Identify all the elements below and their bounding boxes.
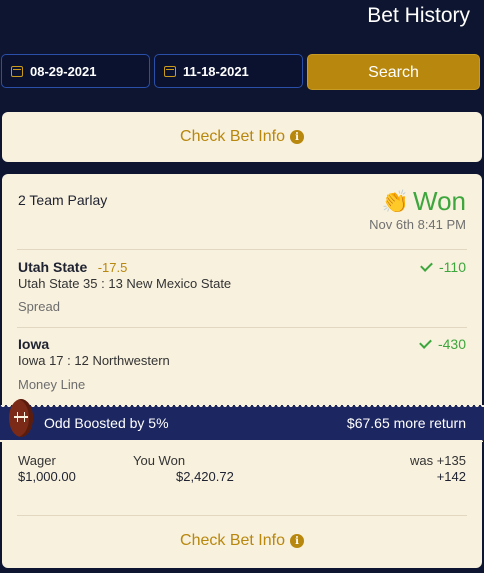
won-label: You Won: [133, 453, 186, 468]
boosted-odds: +142: [436, 469, 466, 484]
football-icon: [9, 399, 33, 437]
odds-boost-banner: Odd Boosted by 5% $67.65 more return: [0, 399, 484, 440]
calendar-icon: [164, 65, 176, 77]
leg-score: Iowa 17 : 12 Northwestern: [18, 353, 170, 368]
leg-score: Utah State 35 : 13 New Mexico State: [18, 276, 232, 291]
wager-label: Wager: [18, 453, 56, 468]
divider: [17, 249, 467, 250]
info-icon: i: [289, 130, 304, 144]
leg-market: Money Line: [18, 377, 86, 392]
boost-label: Odd Boosted by 5%: [44, 415, 169, 431]
search-button[interactable]: Search: [307, 54, 480, 90]
start-date-field[interactable]: 08-29-2021: [1, 54, 150, 88]
leg-1: Utah State -17.5: [18, 259, 127, 277]
divider: [17, 327, 467, 328]
start-date-value: 08-29-2021: [30, 63, 97, 79]
boost-extra-return: $67.65 more return: [346, 415, 466, 431]
check-bet-info-link[interactable]: Check Bet Info i: [2, 112, 482, 162]
page-title: Bet History: [367, 4, 470, 27]
bet-card: 2 Team Parlay 👏 Won Nov 6th 8:41 PM Utah…: [2, 174, 482, 568]
check-bet-info-label: Check Bet Info: [180, 128, 285, 145]
previous-odds: was +135: [409, 453, 466, 468]
bet-datetime: Nov 6th 8:41 PM: [369, 217, 466, 232]
info-icon: i: [289, 534, 304, 548]
result-badge: 👏 Won: [382, 186, 466, 217]
leg-1-odds: -110: [420, 259, 466, 275]
date-filter-bar: 08-29-2021 11-18-2021 Search: [0, 54, 484, 90]
won-amount: $2,420.72: [176, 469, 234, 484]
wager-value: $1,000.00: [18, 469, 76, 484]
leg-market: Spread: [18, 299, 60, 314]
leg-team: Utah State: [18, 259, 88, 275]
leg-odds: -110: [439, 259, 466, 275]
check-icon: [419, 336, 432, 349]
result-label: Won: [413, 186, 466, 216]
leg-odds: -430: [437, 336, 466, 352]
bet-type: 2 Team Parlay: [18, 192, 108, 208]
end-date-value: 11-18-2021: [183, 63, 249, 79]
leg-line: -17.5: [97, 260, 128, 275]
clapping-hands-icon: 👏: [381, 188, 409, 214]
calendar-icon: [11, 65, 23, 77]
leg-2: Iowa: [18, 336, 49, 354]
leg-2-odds: -430: [419, 336, 466, 352]
leg-team: Iowa: [18, 336, 50, 352]
check-bet-info-label: Check Bet Info: [180, 532, 285, 549]
end-date-field[interactable]: 11-18-2021: [154, 54, 303, 88]
check-bet-info-link[interactable]: Check Bet Info i: [2, 528, 482, 554]
divider: [17, 515, 467, 516]
previous-bet-card: Check Bet Info i: [2, 112, 482, 162]
check-icon: [420, 259, 433, 272]
